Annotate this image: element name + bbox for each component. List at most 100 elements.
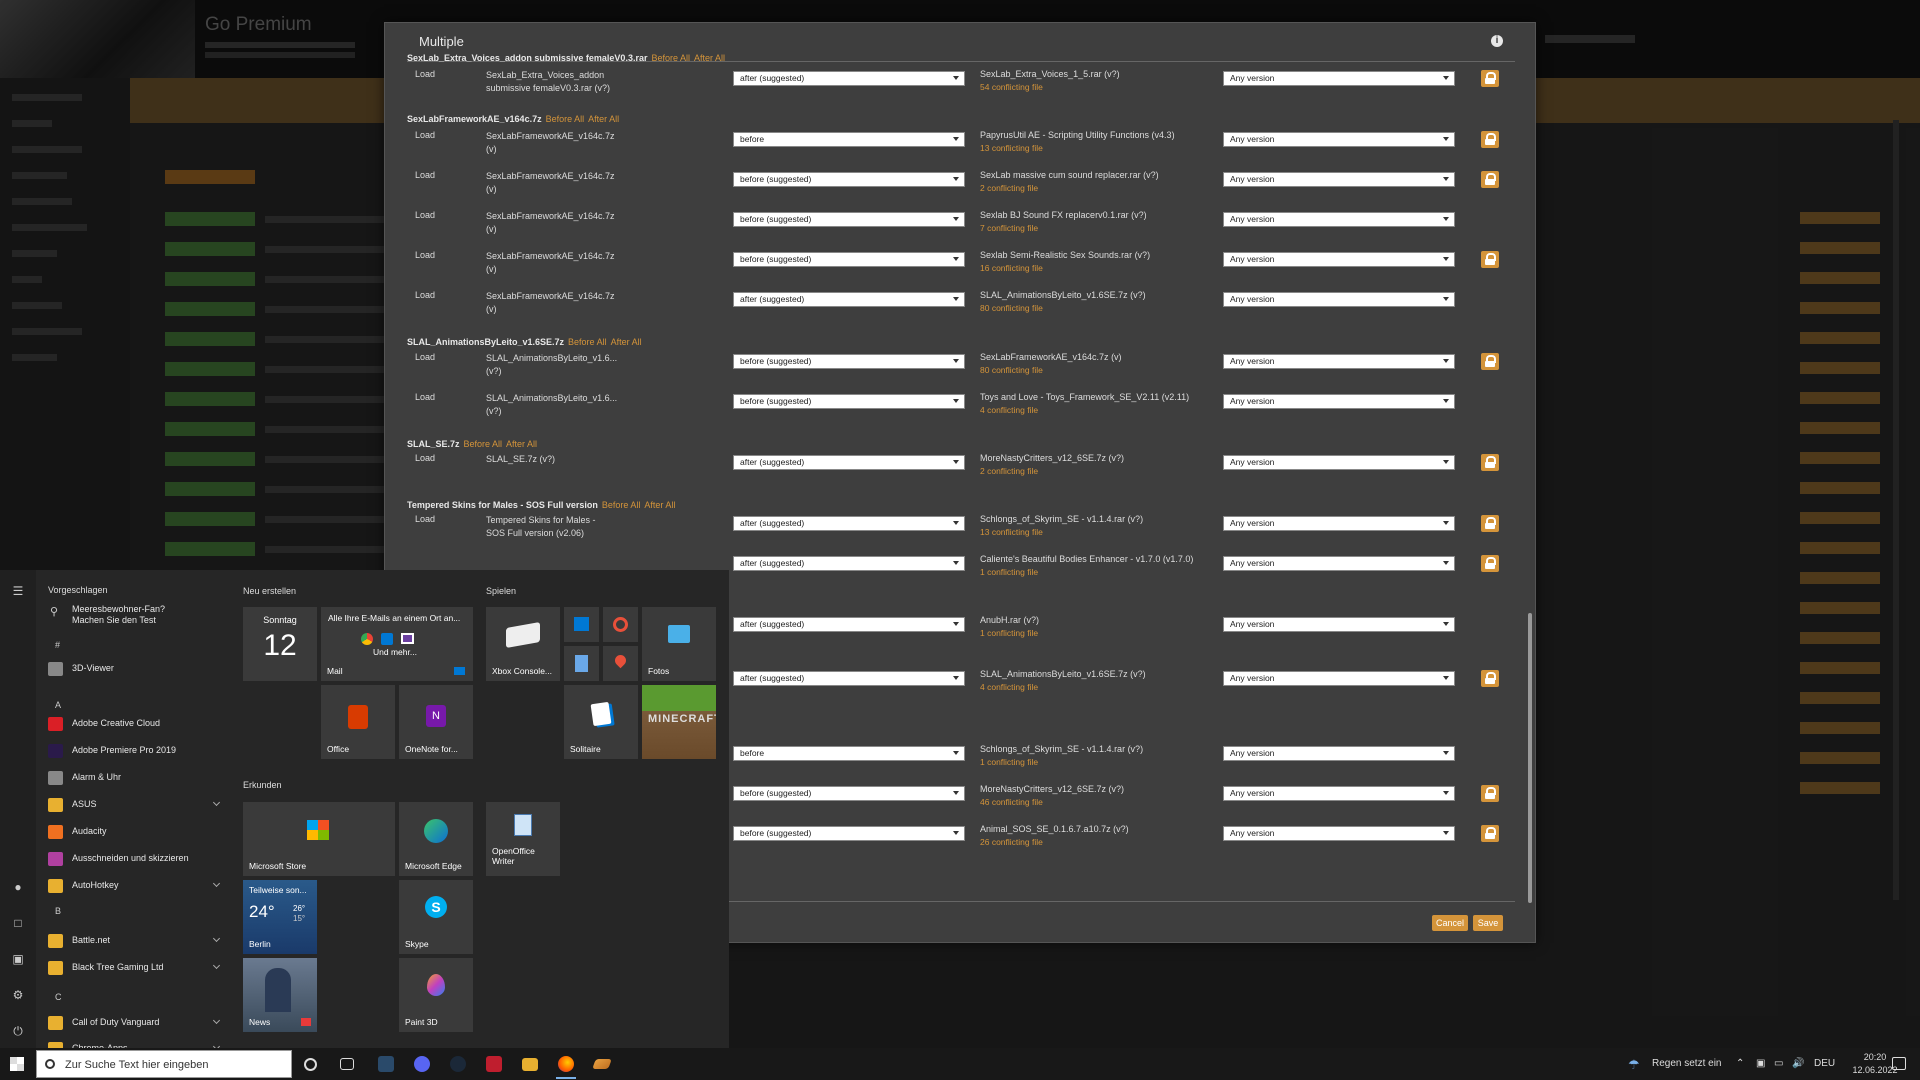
edge-tile[interactable]: Microsoft Edge	[399, 802, 473, 876]
app-list-item[interactable]: 3D-Viewer	[46, 658, 226, 680]
news-tile[interactable]: News	[243, 958, 317, 1032]
conflict-count-link[interactable]: 13 conflicting file	[980, 143, 1043, 153]
skype-tile[interactable]: S Skype	[399, 880, 473, 954]
order-select[interactable]: before (suggested)	[733, 394, 965, 409]
app-list-item[interactable]: AutoHotkey	[46, 875, 226, 897]
order-select[interactable]: before (suggested)	[733, 786, 965, 801]
windows-start-icon[interactable]	[10, 1057, 24, 1071]
before-all-link[interactable]: Before All	[568, 337, 607, 347]
version-select[interactable]: Any version	[1223, 212, 1455, 227]
order-select[interactable]: after (suggested)	[733, 71, 965, 86]
order-select[interactable]: after (suggested)	[733, 455, 965, 470]
version-select[interactable]: Any version	[1223, 394, 1455, 409]
lock-icon[interactable]	[1481, 670, 1499, 687]
paint3d-tile[interactable]: Paint 3D	[399, 958, 473, 1032]
app-list-item[interactable]: Alarm & Uhr	[46, 767, 226, 789]
version-select[interactable]: Any version	[1223, 71, 1455, 86]
office-tile[interactable]: Office	[321, 685, 395, 759]
tool-app-icon[interactable]	[592, 1059, 612, 1069]
before-all-link[interactable]: Before All	[651, 53, 690, 63]
order-select[interactable]: after (suggested)	[733, 671, 965, 686]
info-icon[interactable]: i	[1491, 35, 1503, 47]
order-select[interactable]: after (suggested)	[733, 556, 965, 571]
pictures-icon[interactable]: ▣	[11, 952, 25, 966]
save-button[interactable]: Save	[1473, 915, 1503, 931]
volume-icon[interactable]: 🔊	[1792, 1058, 1804, 1069]
order-select[interactable]: before	[733, 132, 965, 147]
movies-tile[interactable]	[564, 607, 599, 642]
fotos-tile[interactable]: Fotos	[642, 607, 716, 681]
taskbar-search[interactable]: Zur Suche Text hier eingeben	[36, 1050, 292, 1078]
version-select[interactable]: Any version	[1223, 617, 1455, 632]
suggestion-item[interactable]: ⚲ Meeresbewohner-Fan? Machen Sie den Tes…	[46, 602, 231, 628]
tray-chevron-icon[interactable]: ⌃	[1736, 1058, 1744, 1069]
solitaire-tile[interactable]: Solitaire	[564, 685, 638, 759]
firefox-icon[interactable]	[558, 1056, 574, 1072]
minecraft-tile[interactable]: MINECRAFT	[642, 685, 716, 759]
conflict-count-link[interactable]: 80 conflicting file	[980, 365, 1043, 375]
app-list-item[interactable]: Adobe Creative Cloud	[46, 713, 226, 735]
groove-tile[interactable]	[603, 607, 638, 642]
app-list-item[interactable]: Adobe Premiere Pro 2019	[46, 740, 226, 762]
lock-icon[interactable]	[1481, 70, 1499, 87]
lock-icon[interactable]	[1481, 353, 1499, 370]
lock-icon[interactable]	[1481, 251, 1499, 268]
conflict-count-link[interactable]: 1 conflicting file	[980, 567, 1038, 577]
conflict-count-link[interactable]: 1 conflicting file	[980, 628, 1038, 638]
order-select[interactable]: after (suggested)	[733, 617, 965, 632]
cancel-button[interactable]: Cancel	[1432, 915, 1468, 931]
network-icon[interactable]: ▣	[1756, 1058, 1765, 1069]
user-avatar-icon[interactable]: ●	[11, 880, 25, 894]
app-list-letter[interactable]: #	[55, 640, 60, 650]
version-select[interactable]: Any version	[1223, 556, 1455, 571]
after-all-link[interactable]: After All	[644, 500, 675, 510]
mail-tile[interactable]: Alle Ihre E-Mails an einem Ort an... Und…	[321, 607, 473, 681]
file-explorer-icon[interactable]	[522, 1058, 538, 1071]
version-select[interactable]: Any version	[1223, 786, 1455, 801]
dialog-scrollbar[interactable]	[1528, 613, 1532, 903]
filezilla-icon[interactable]	[486, 1056, 502, 1072]
maps-tile[interactable]	[603, 646, 638, 681]
order-select[interactable]: before (suggested)	[733, 354, 965, 369]
app-list-letter[interactable]: A	[55, 700, 61, 710]
lock-icon[interactable]	[1481, 555, 1499, 572]
app-list-item[interactable]: Battle.net	[46, 930, 226, 952]
discord-icon[interactable]	[414, 1056, 430, 1072]
conflict-count-link[interactable]: 80 conflicting file	[980, 303, 1043, 313]
version-select[interactable]: Any version	[1223, 516, 1455, 531]
app-list-letter[interactable]: C	[55, 992, 62, 1002]
store-tile[interactable]: Microsoft Store	[243, 802, 395, 876]
language-indicator[interactable]: DEU	[1814, 1058, 1835, 1069]
conflict-count-link[interactable]: 7 conflicting file	[980, 223, 1038, 233]
before-all-link[interactable]: Before All	[464, 439, 503, 449]
order-select[interactable]: before (suggested)	[733, 212, 965, 227]
conflict-count-link[interactable]: 13 conflicting file	[980, 527, 1043, 537]
hamburger-icon[interactable]: ☰	[11, 584, 25, 598]
order-select[interactable]: before (suggested)	[733, 172, 965, 187]
lock-icon[interactable]	[1481, 454, 1499, 471]
order-select[interactable]: after (suggested)	[733, 292, 965, 307]
before-all-link[interactable]: Before All	[602, 500, 641, 510]
version-select[interactable]: Any version	[1223, 826, 1455, 841]
after-all-link[interactable]: After All	[506, 439, 537, 449]
order-select[interactable]: before (suggested)	[733, 826, 965, 841]
rain-weather-icon[interactable]: ☂	[1628, 1057, 1640, 1073]
conflict-count-link[interactable]: 2 conflicting file	[980, 466, 1038, 476]
calendar-tile[interactable]: Sonntag 12	[243, 607, 317, 681]
version-select[interactable]: Any version	[1223, 746, 1455, 761]
conflict-count-link[interactable]: 4 conflicting file	[980, 405, 1038, 415]
app-list-item[interactable]: Call of Duty Vanguard	[46, 1012, 226, 1034]
order-select[interactable]: before (suggested)	[733, 252, 965, 267]
openoffice-tile[interactable]: OpenOffice Writer	[486, 802, 560, 876]
version-select[interactable]: Any version	[1223, 455, 1455, 470]
app-list-item[interactable]: Black Tree Gaming Ltd	[46, 957, 226, 979]
app-list-item[interactable]: ASUS	[46, 794, 226, 816]
order-select[interactable]: after (suggested)	[733, 516, 965, 531]
version-select[interactable]: Any version	[1223, 252, 1455, 267]
weather-tile[interactable]: Teilweise son... 24° 26° 15° Berlin	[243, 880, 317, 954]
app-list-letter[interactable]: B	[55, 906, 61, 916]
settings-icon[interactable]: ⚙	[11, 988, 25, 1002]
task-view-icon[interactable]	[340, 1058, 354, 1070]
xbox-tile[interactable]: Xbox Console...	[486, 607, 560, 681]
conflict-count-link[interactable]: 4 conflicting file	[980, 682, 1038, 692]
